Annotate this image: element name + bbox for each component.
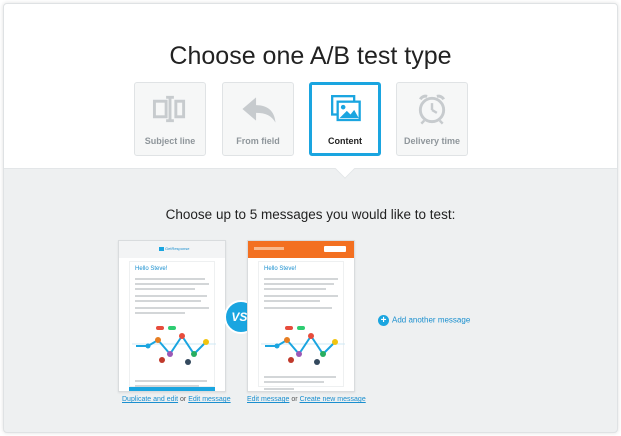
type-card-delivery-time[interactable]: Delivery time xyxy=(396,82,468,156)
type-card-subject-line[interactable]: Subject line xyxy=(134,82,206,156)
duplicate-and-edit-link[interactable]: Duplicate and edit xyxy=(122,396,178,403)
type-card-content[interactable]: Content xyxy=(309,82,381,156)
message-preview-b[interactable]: Hello Steve! xyxy=(247,240,355,392)
add-another-message-label: Add another message xyxy=(392,315,471,325)
message-b-actions: Edit message or Create new message xyxy=(247,396,366,403)
message-footer-bar xyxy=(129,387,215,391)
message-chart-image xyxy=(261,326,345,365)
ab-test-panel: Choose one A/B test type Subject line Fr… xyxy=(3,3,618,433)
create-new-message-link[interactable]: Create new message xyxy=(300,396,366,403)
message-greeting: Hello Steve! xyxy=(264,266,297,272)
message-header: GetResponse xyxy=(119,241,225,258)
message-chart-image xyxy=(132,326,216,365)
message-header xyxy=(248,241,354,258)
message-body: Hello Steve! xyxy=(258,261,345,390)
page-title: Choose one A/B test type xyxy=(169,42,452,70)
type-card-from-field[interactable]: From field xyxy=(222,82,294,156)
message-body: Hello Steve! xyxy=(129,261,216,387)
reply-arrow-icon xyxy=(242,97,276,123)
or-text: or xyxy=(180,396,187,403)
images-icon xyxy=(331,95,361,122)
edit-message-link[interactable]: Edit message xyxy=(247,396,289,403)
type-label-from-field: From field xyxy=(236,136,280,146)
type-label-delivery-time: Delivery time xyxy=(403,136,461,146)
text-cursor-icon xyxy=(152,95,186,123)
message-a-actions: Duplicate and edit or Edit message xyxy=(122,396,231,403)
message-greeting: Hello Steve! xyxy=(135,266,168,272)
plus-icon: + xyxy=(378,315,389,326)
add-another-message-button[interactable]: + Add another message xyxy=(378,315,470,326)
type-label-subject-line: Subject line xyxy=(144,136,196,146)
edit-message-link[interactable]: Edit message xyxy=(188,396,230,403)
or-text: or xyxy=(291,396,298,403)
alarm-clock-icon xyxy=(418,94,446,125)
message-preview-a[interactable]: GetResponse Hello Steve! xyxy=(118,240,226,392)
type-label-content: Content xyxy=(328,136,362,146)
messages-subtitle: Choose up to 5 messages you would like t… xyxy=(165,207,456,222)
brand-logo: GetResponse xyxy=(159,246,189,251)
